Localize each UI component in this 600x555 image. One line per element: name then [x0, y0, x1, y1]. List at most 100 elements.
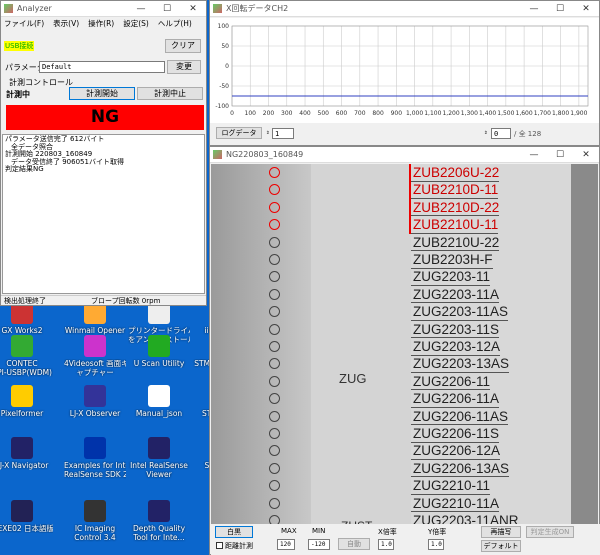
desktop-icon-label: Intel RealSense — [130, 461, 188, 470]
maximize-icon[interactable]: ☐ — [547, 4, 573, 14]
x-tick-label: 1,800 — [552, 110, 569, 117]
change-button[interactable]: 変更 — [167, 60, 201, 74]
line-chart: 100500-50-1000 100 200 300 400 500 600 700 800 90… — [210, 18, 599, 123]
product-tag: ZUG2206-11S — [411, 426, 500, 443]
status-left: 検出処理終了 — [4, 297, 46, 305]
chart-window: X回転データCH2 — ☐ ✕ 100 50 0 -50 -100 0 100 200 300 400… — [209, 0, 600, 146]
desktop-icon-label: LJ-X Navigator — [0, 461, 49, 470]
param-input[interactable]: Default — [39, 61, 165, 73]
log-data-button[interactable]: ログデータ — [216, 127, 262, 139]
product-tag: ZUG2206-12A — [411, 443, 501, 460]
desktop-icon-lx-navigator[interactable]: LJ-X Navigator — [0, 437, 53, 470]
desktop-icon-label: Control 3.4 — [74, 533, 116, 542]
menu-file[interactable]: ファイル(F) — [4, 18, 44, 29]
chart-title: X回転データCH2 — [226, 4, 289, 13]
circle-marker — [269, 462, 280, 474]
ic-imaging-icon — [84, 500, 106, 522]
desktop-icon-pixelformer[interactable]: Pixelformer — [0, 385, 53, 418]
product-tag: ZUG2210-11 — [411, 478, 491, 495]
y-scale-input[interactable]: 1.0 — [428, 539, 444, 550]
status-bar: 検出処理終了 ブロープ回転数 0rpm — [1, 295, 206, 306]
log-area[interactable]: パラメータ送信完了 612バイト 全データ照合 計測開始 220803_1608… — [2, 134, 205, 294]
page-arrows-icon[interactable]: ⇕ — [482, 128, 490, 139]
stop-button[interactable]: 計測中止 — [137, 87, 203, 100]
max-label: MAX — [281, 527, 297, 535]
x-tick-label: 200 — [263, 110, 275, 117]
ng-highlight-line — [409, 164, 411, 234]
product-tag: ZUB2210D-11 — [411, 182, 499, 199]
max-input[interactable]: 120 — [277, 539, 295, 550]
desktop-icon-label: API-USBP(WDM) — [0, 368, 52, 377]
close-icon[interactable]: ✕ — [573, 150, 599, 160]
minimize-icon[interactable]: — — [521, 4, 547, 14]
label-sheet — [211, 164, 311, 544]
desktop-icon-mexe02[interactable]: MEXE02 日本語版 — [0, 500, 53, 533]
x-tick-label: 1,000 — [406, 110, 423, 117]
spin-input[interactable]: 1 — [272, 128, 294, 139]
uscan-icon — [148, 335, 170, 357]
x-scale-label: X倍率 — [378, 528, 397, 536]
status-right: ブロープ回転数 0rpm — [91, 297, 161, 305]
spin-arrows-icon[interactable]: ⇕ — [264, 128, 272, 139]
y-tick-label: -100 — [215, 103, 229, 110]
product-tag: ZUG2203-11 — [411, 269, 491, 286]
min-label: MIN — [312, 527, 326, 535]
auto-button[interactable]: 自動 — [338, 538, 370, 550]
menu-help[interactable]: ヘルプ(H) — [158, 18, 192, 29]
circle-marker — [269, 254, 280, 265]
depth-quality-icon — [148, 500, 170, 522]
menu-operate[interactable]: 操作(R) — [88, 18, 114, 29]
judge-button[interactable]: 判定生成ON — [526, 526, 574, 538]
image-title: NG220803_160849 — [226, 150, 304, 159]
desktop-icon-lx-observer[interactable]: LJ-X Observer — [64, 385, 126, 418]
redraw-button[interactable]: 再描写 — [481, 526, 521, 538]
maximize-icon[interactable]: ☐ — [154, 4, 180, 14]
desktop-icon-depth-quality[interactable]: Depth Quality Tool for Inte... — [128, 500, 190, 542]
product-tag: ZUG2203-12A — [411, 339, 501, 356]
x-tick-label: 700 — [354, 110, 366, 117]
default-button[interactable]: デフォルト — [481, 540, 521, 552]
y-tick-label: 0 — [225, 63, 229, 70]
app-icon — [4, 4, 13, 13]
realsense-viewer-icon — [148, 437, 170, 459]
lx-observer-icon — [84, 385, 106, 407]
maximize-icon[interactable]: ☐ — [547, 150, 573, 160]
desktop-icon-label: LJ-X Observer — [69, 409, 121, 418]
result-indicator: NG — [6, 105, 204, 130]
bw-button[interactable]: 白黒 — [215, 526, 253, 538]
4videosoft-icon — [84, 335, 106, 357]
menu-bar: ファイル(F) 表示(V) 操作(R) 設定(S) ヘルプ(H) — [1, 17, 206, 29]
pixelformer-icon — [11, 385, 33, 407]
distance-checkbox[interactable] — [216, 542, 223, 549]
desktop-icon-label: Viewer — [146, 470, 172, 479]
minimize-icon[interactable]: — — [521, 150, 547, 160]
desktop-icon-contec[interactable]: CONTECAPI-USBP(WDM) — [0, 335, 53, 377]
menu-settings[interactable]: 設定(S) — [123, 18, 149, 29]
circle-marker — [269, 410, 280, 422]
app-icon — [213, 4, 222, 13]
measuring-status: 計測中 — [6, 90, 30, 99]
product-tag: ZUG2206-11 — [411, 373, 491, 391]
page-input[interactable]: 0 — [491, 128, 511, 139]
desktop-icon-realsense-sdk[interactable]: Examples for IntelRealSense SDK 2.0 — [64, 437, 126, 479]
min-input[interactable]: -120 — [308, 539, 330, 550]
desktop-icon-4videosoft[interactable]: 4Videosoft 画面キ ャプチャー — [64, 335, 126, 377]
desktop-icon-realsense-viewer[interactable]: Intel RealSense Viewer — [128, 437, 190, 479]
x-scale-input[interactable]: 1.0 — [378, 539, 394, 550]
minimize-icon[interactable]: — — [128, 4, 154, 14]
circle-marker — [269, 375, 280, 387]
product-tag: ZUB2210D-22 — [411, 199, 500, 217]
menu-view[interactable]: 表示(V) — [53, 18, 79, 29]
desktop-icon-uscan[interactable]: U Scan Utility — [128, 335, 190, 368]
close-icon[interactable]: ✕ — [180, 4, 206, 14]
circle-marker — [269, 323, 280, 335]
desktop-icon-manual-json[interactable]: Manual_json — [128, 385, 190, 418]
close-icon[interactable]: ✕ — [573, 4, 599, 14]
desktop-icon-label: MEXE02 日本語版 — [0, 524, 53, 533]
desktop-icon-label: Examples for Intel — [64, 461, 126, 470]
zug-label: ZUG — [339, 371, 367, 386]
clear-button[interactable]: クリア — [165, 39, 201, 53]
start-button[interactable]: 計測開始 — [69, 87, 135, 100]
circle-marker — [269, 428, 280, 439]
desktop-icon-ic-imaging[interactable]: IC Imaging Control 3.4 — [64, 500, 126, 542]
